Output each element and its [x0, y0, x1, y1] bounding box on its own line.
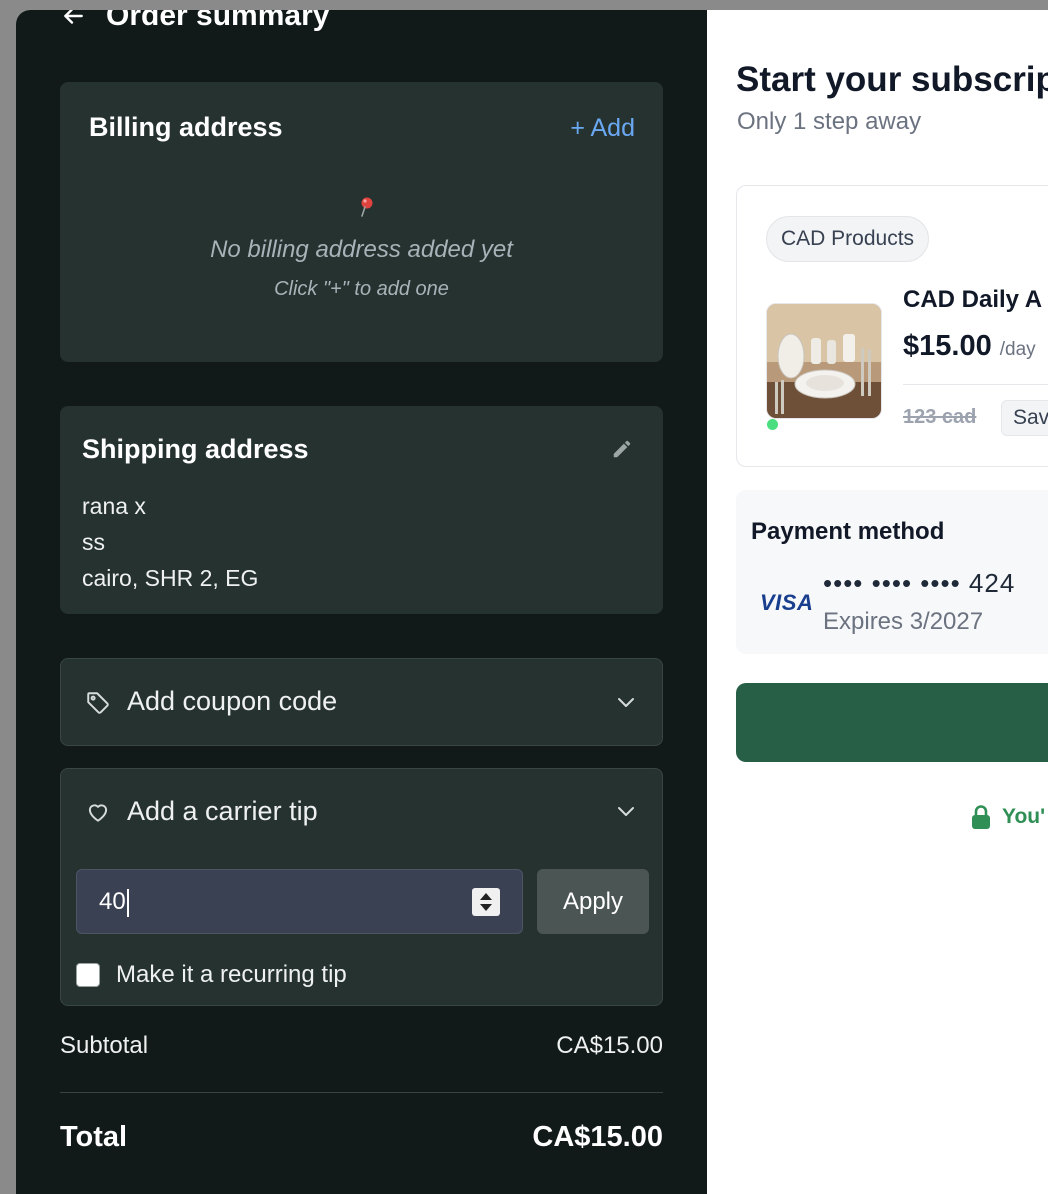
text-cursor — [126, 888, 129, 917]
product-image — [766, 303, 882, 419]
carrier-tip-accordion: Add a carrier tip 40 Apply Make it a rec… — [60, 768, 663, 1006]
total-value: CA$15.00 — [532, 1121, 663, 1153]
coupon-accordion[interactable]: Add coupon code — [60, 658, 663, 746]
product-name: CAD Daily A — [903, 286, 1043, 313]
status-dot — [767, 419, 778, 430]
billing-address-title: Billing address — [89, 112, 283, 142]
product-divider — [903, 384, 1048, 385]
secure-checkout-note: You' — [970, 804, 1045, 830]
billing-empty-message: No billing address added yet — [210, 236, 513, 263]
lock-icon — [972, 805, 990, 829]
recurring-tip-checkbox[interactable] — [76, 963, 100, 987]
shipping-line-street: ss — [82, 529, 105, 555]
secure-checkout-text: You' — [1002, 805, 1046, 828]
recurring-tip-label: Make it a recurring tip — [116, 961, 347, 988]
billing-address-card: Billing address + Add No billing address… — [60, 82, 663, 362]
shipping-address-title: Shipping address — [82, 434, 309, 464]
card-expiry: Expires 3/2027 — [823, 608, 984, 635]
savings-badge: Sav — [1001, 400, 1048, 436]
tag-icon — [87, 692, 109, 714]
add-billing-address-button[interactable]: + Add — [570, 114, 635, 143]
order-summary-panel: Order summary Billing address + Add No b… — [16, 10, 707, 1194]
apply-tip-button[interactable]: Apply — [537, 869, 649, 934]
original-price: 123 cad — [903, 406, 977, 428]
payment-method-title: Payment method — [751, 518, 945, 545]
subtotal-value: CA$15.00 — [556, 1032, 663, 1059]
shipping-line-name: rana x — [82, 493, 146, 519]
payment-method-card[interactable]: Payment method VISA •••• •••• •••• 424 E… — [736, 490, 1048, 654]
price-amount: $15.00 — [903, 330, 992, 362]
product-card: CAD Products CAD Daily A $15.00 /day 123… — [736, 185, 1048, 467]
subscription-subtitle: Only 1 step away — [737, 108, 922, 135]
recurring-tip-option[interactable]: Make it a recurring tip — [76, 961, 347, 989]
pencil-edit-icon[interactable] — [611, 438, 633, 460]
heart-icon — [88, 804, 108, 822]
order-summary-header: Order summary — [60, 10, 329, 36]
masked-card-number: •••• •••• •••• 424 — [823, 568, 1016, 598]
billing-empty-hint: Click "+" to add one — [274, 278, 449, 300]
subtotal-row: Subtotal CA$15.00 — [60, 1032, 663, 1060]
total-row: Total CA$15.00 — [60, 1121, 663, 1154]
carrier-tip-label[interactable]: Add a carrier tip — [127, 796, 318, 827]
visa-logo-icon: VISA — [760, 590, 814, 615]
tip-amount-input[interactable]: 40 — [76, 869, 523, 934]
tip-amount-value: 40 — [99, 888, 126, 915]
checkout-window: Order summary Billing address + Add No b… — [16, 10, 1048, 1194]
coupon-label: Add coupon code — [127, 686, 338, 716]
shipping-line-city: cairo, SHR 2, EG — [82, 565, 259, 591]
shipping-address-card: Shipping address rana x ss cairo, SHR 2,… — [60, 406, 663, 614]
totals-divider — [60, 1092, 663, 1093]
number-stepper-icon[interactable] — [472, 888, 500, 916]
subscription-panel: Start your subscrip Only 1 step away CAD… — [707, 10, 1048, 1194]
product-price: $15.00 /day — [903, 330, 1036, 363]
shipping-address-lines: rana x ss cairo, SHR 2, EG — [82, 488, 258, 596]
start-subscription-button[interactable] — [736, 683, 1048, 762]
chevron-down-icon[interactable] — [614, 690, 638, 714]
pushpin-icon — [361, 197, 373, 217]
back-arrow-icon[interactable] — [60, 10, 86, 29]
subscription-title: Start your subscrip — [736, 60, 1048, 99]
price-period: /day — [999, 339, 1036, 360]
page-title: Order summary — [106, 10, 330, 32]
total-label: Total — [60, 1121, 128, 1153]
chevron-down-icon[interactable] — [614, 799, 638, 823]
subtotal-label: Subtotal — [60, 1032, 149, 1059]
product-category-chip: CAD Products — [766, 216, 930, 262]
